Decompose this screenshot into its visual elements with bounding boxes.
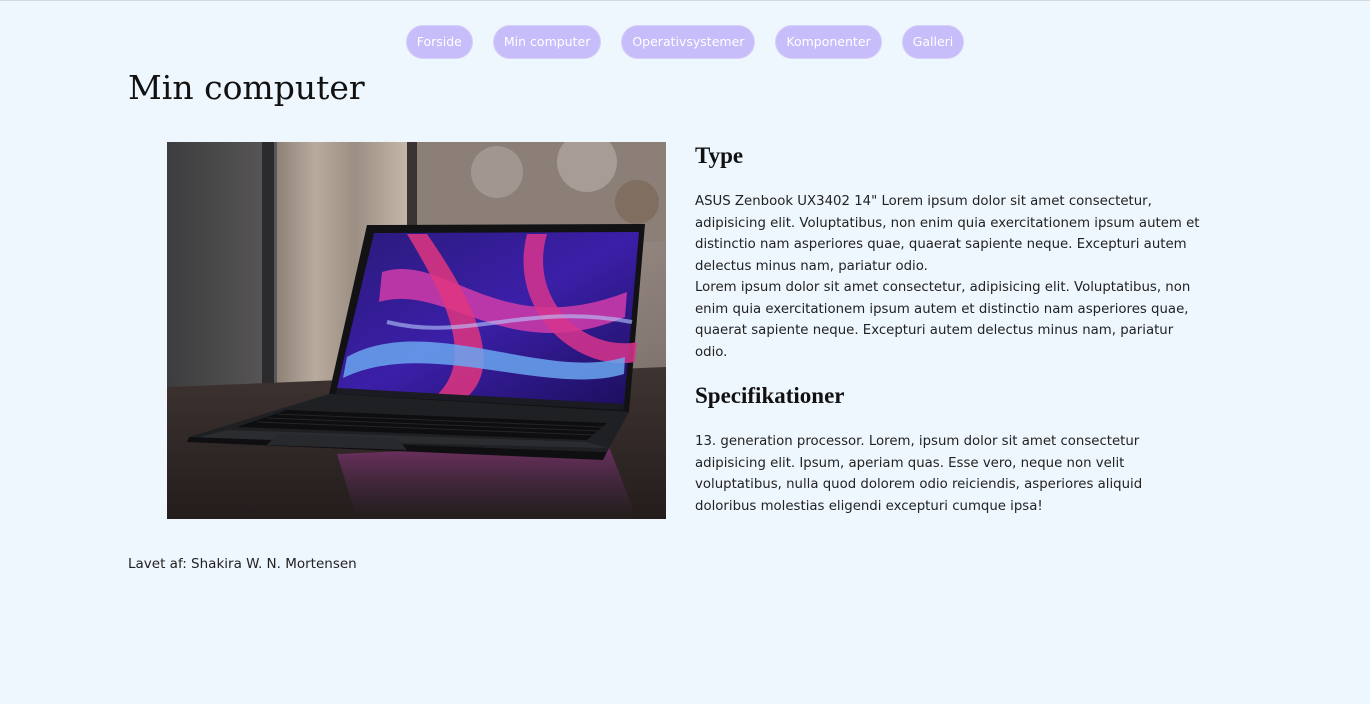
type-paragraph-2: Lorem ipsum dolor sit amet consectetur, … — [695, 280, 1191, 360]
type-heading: Type — [695, 143, 744, 168]
nav-forside-button[interactable]: Forside — [405, 25, 473, 59]
laptop-photo — [167, 142, 666, 519]
nav-komponenter-button[interactable]: Komponenter — [775, 25, 882, 59]
type-paragraph-1: ASUS Zenbook UX3402 14" Lorem ipsum dolo… — [695, 194, 1200, 274]
nav-min-computer-button[interactable]: Min computer — [492, 25, 602, 59]
page-title: Min computer — [128, 68, 365, 107]
nav-galleri-button[interactable]: Galleri — [901, 25, 965, 59]
nav-operativsystemer-button[interactable]: Operativsystemer — [621, 25, 756, 59]
main-nav: Forside Min computer Operativsystemer Ko… — [0, 25, 1370, 59]
top-border — [0, 0, 1370, 1]
spec-heading: Specifikationer — [695, 383, 845, 408]
footer-credit: Lavet af: Shakira W. N. Mortensen — [128, 556, 357, 572]
content-column: Type ASUS Zenbook UX3402 14" Lorem ipsum… — [695, 140, 1200, 517]
spec-paragraph: 13. generation processor. Lorem, ipsum d… — [695, 434, 1143, 514]
